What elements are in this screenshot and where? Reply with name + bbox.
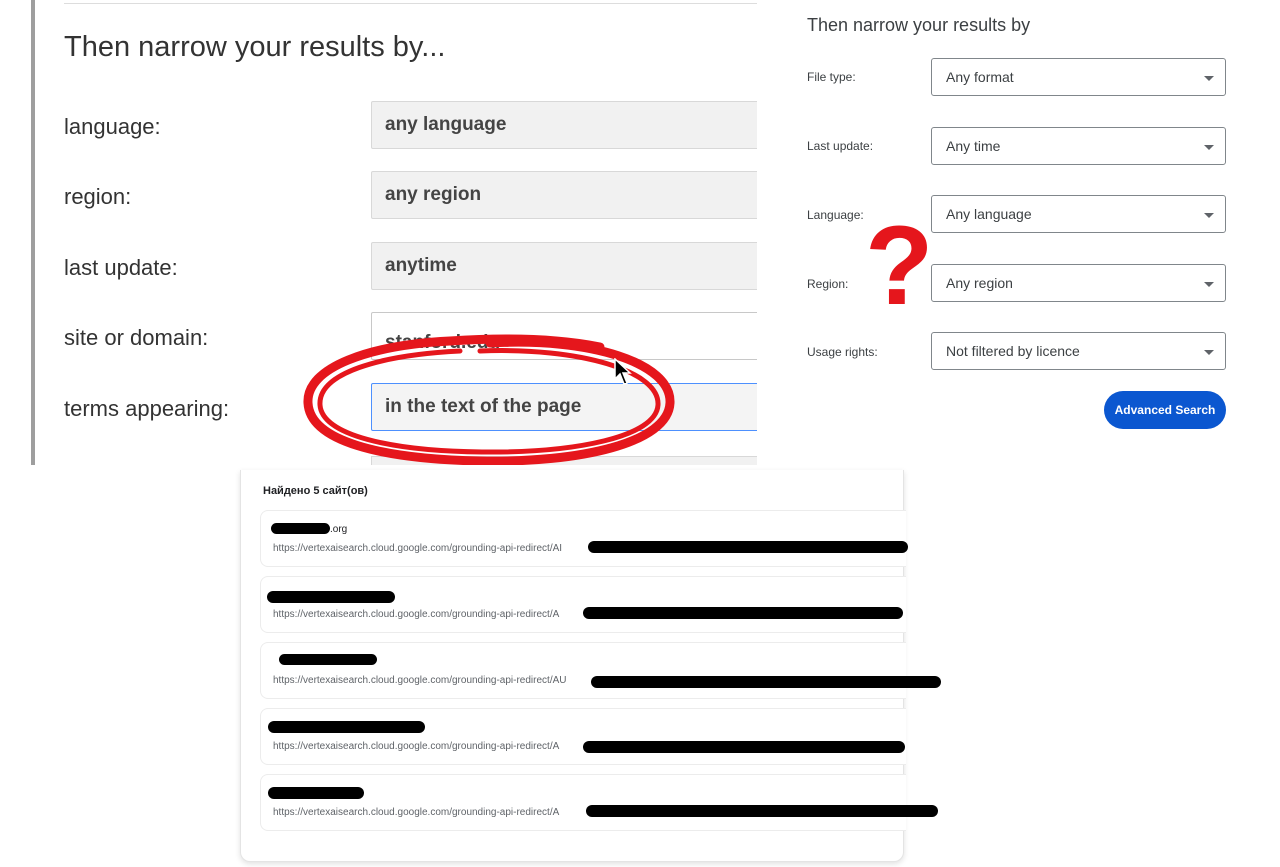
- last-update-label: Last update:: [807, 139, 874, 153]
- result-item[interactable]: https://vertexaisearch.cloud.google.com/…: [260, 708, 906, 765]
- redaction-bar: [586, 805, 938, 817]
- last-update-select[interactable]: Any time: [931, 127, 1226, 165]
- old-terms-appearing-label: terms appearing:: [64, 396, 230, 421]
- result-url[interactable]: https://vertexaisearch.cloud.google.com/…: [273, 675, 567, 686]
- language-label: Language:: [807, 208, 864, 222]
- divider: [64, 3, 757, 4]
- old-last-update-label: last update:: [64, 255, 178, 280]
- old-region-label: region:: [64, 184, 132, 209]
- redaction-bar: [588, 541, 908, 553]
- result-site-name: .org: [330, 524, 348, 535]
- old-site-domain-label: site or domain:: [64, 325, 209, 350]
- redaction-bar: [583, 607, 903, 619]
- old-last-update-select[interactable]: anytime: [371, 242, 757, 290]
- file-type-select[interactable]: Any format: [931, 58, 1226, 96]
- file-type-label: File type:: [807, 70, 856, 84]
- result-url[interactable]: https://vertexaisearch.cloud.google.com/…: [273, 609, 559, 620]
- usage-rights-value: Not filtered by licence: [946, 343, 1080, 359]
- old-advanced-search-panel: Then narrow your results by... language:…: [0, 0, 757, 465]
- dropdown-arrow-icon: [1204, 145, 1214, 150]
- results-panel: Найдено 5 сайт(ов) .org https://vertexai…: [240, 470, 941, 862]
- old-language-label: language:: [64, 114, 161, 139]
- dropdown-arrow-icon: [1204, 282, 1214, 287]
- question-mark-annotation: ?: [865, 203, 934, 328]
- last-update-value: Any time: [946, 138, 1001, 154]
- file-type-value: Any format: [946, 69, 1014, 85]
- new-advanced-search-panel: Then narrow your results by File type: A…: [757, 0, 1280, 470]
- region-value: Any region: [946, 275, 1013, 291]
- dropdown-arrow-icon: [1204, 213, 1214, 218]
- panel-left-border: [31, 0, 35, 465]
- redaction-bar: [591, 676, 941, 688]
- advanced-search-button[interactable]: Advanced Search: [1104, 391, 1226, 429]
- result-item[interactable]: https://vertexaisearch.cloud.google.com/…: [260, 774, 938, 831]
- redaction-bar: [271, 523, 330, 534]
- redaction-bar: [583, 741, 905, 753]
- dropdown-arrow-icon: [1204, 350, 1214, 355]
- old-language-select[interactable]: any language: [371, 101, 757, 149]
- mouse-cursor-icon: [614, 358, 632, 385]
- redaction-bar: [268, 787, 364, 799]
- language-select[interactable]: Any language: [931, 195, 1226, 233]
- redaction-bar: [279, 654, 377, 665]
- dropdown-arrow-icon: [1204, 76, 1214, 81]
- usage-rights-label: Usage rights:: [807, 345, 878, 359]
- region-select[interactable]: Any region: [931, 264, 1226, 302]
- result-url[interactable]: https://vertexaisearch.cloud.google.com/…: [273, 543, 562, 554]
- result-item[interactable]: https://vertexaisearch.cloud.google.com/…: [260, 576, 906, 633]
- result-url[interactable]: https://vertexaisearch.cloud.google.com/…: [273, 807, 559, 818]
- result-url[interactable]: https://vertexaisearch.cloud.google.com/…: [273, 741, 559, 752]
- region-label: Region:: [807, 277, 849, 291]
- redaction-bar: [268, 721, 425, 733]
- result-item[interactable]: https://vertexaisearch.cloud.google.com/…: [260, 642, 941, 699]
- language-value: Any language: [946, 206, 1032, 222]
- red-circle-annotation: [303, 334, 675, 465]
- new-section-heading: Then narrow your results by: [807, 15, 1031, 35]
- old-section-heading: Then narrow your results by...: [64, 31, 446, 63]
- results-count: Найдено 5 сайт(ов): [263, 485, 368, 497]
- usage-rights-select[interactable]: Not filtered by licence: [931, 332, 1226, 370]
- old-region-select[interactable]: any region: [371, 171, 757, 219]
- result-item[interactable]: .org https://vertexaisearch.cloud.google…: [260, 510, 908, 567]
- redaction-bar: [267, 591, 395, 603]
